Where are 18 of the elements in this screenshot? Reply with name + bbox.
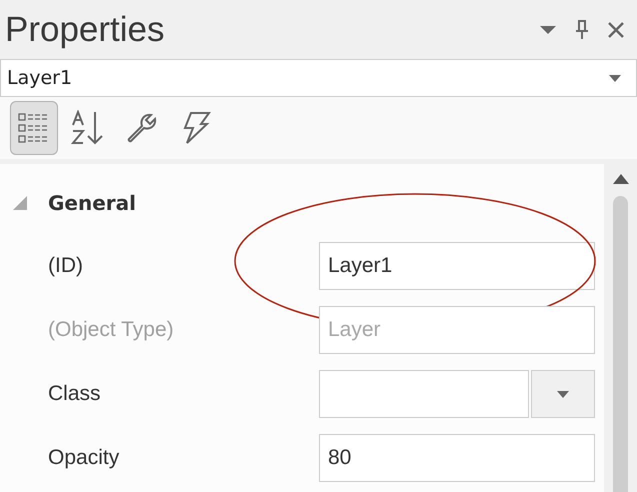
property-name: (ID) xyxy=(48,254,84,278)
close-icon[interactable] xyxy=(607,20,625,38)
pin-icon[interactable] xyxy=(575,20,589,40)
property-name: (Object Type) xyxy=(48,318,175,342)
object-selector[interactable]: Layer1 xyxy=(0,59,637,97)
dropdown-icon[interactable] xyxy=(539,24,557,34)
caret-icon xyxy=(609,74,621,82)
caret-icon xyxy=(557,390,569,398)
property-field[interactable] xyxy=(319,370,529,418)
property-name: Class xyxy=(48,382,102,406)
scrollbar-thumb[interactable] xyxy=(613,196,628,492)
view-toggle-button[interactable] xyxy=(10,101,58,155)
property-name: Opacity xyxy=(48,446,120,470)
property-field[interactable]: Layer1 xyxy=(319,242,595,290)
category-label: General xyxy=(48,191,136,215)
panel-title: Properties xyxy=(5,10,165,50)
scroll-up-icon[interactable] xyxy=(612,174,628,184)
property-field[interactable]: 80 xyxy=(319,434,595,482)
